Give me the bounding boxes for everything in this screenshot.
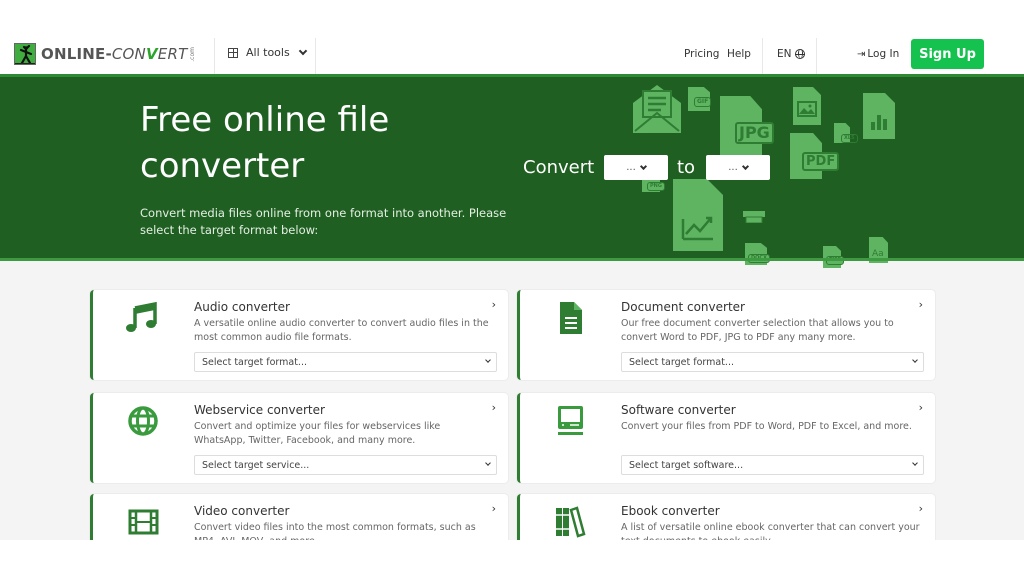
- logo-text: ONLINE-CONVERT: [41, 45, 188, 63]
- card-title: Document converter: [621, 300, 745, 314]
- hero-bottom-stripe: [0, 258, 1024, 261]
- chevron-down-icon: [639, 162, 647, 170]
- hero-title: Free online file converter: [140, 100, 390, 186]
- globe-icon: [794, 49, 805, 59]
- select-placeholder: Select target software...: [629, 459, 744, 471]
- language-label: EN: [777, 48, 792, 60]
- png-badge: PNG: [647, 182, 665, 191]
- music-note-icon: [126, 301, 157, 332]
- books-icon: [556, 506, 586, 538]
- card-description: Convert video files into the most common…: [194, 522, 476, 540]
- card-title: Audio converter: [194, 300, 290, 314]
- to-format-select[interactable]: ...: [706, 155, 770, 180]
- card-description: A versatile online audio converter to co…: [194, 318, 489, 343]
- browser-viewport: ONLINE-CONVERT .com All tools Pricing He…: [0, 38, 1024, 540]
- header-divider: [315, 38, 316, 74]
- audio-target-format-select[interactable]: Select target format...: [194, 352, 497, 372]
- software-converter-card[interactable]: Software converter › Convert your files …: [517, 393, 935, 483]
- software-target-select[interactable]: Select target software...: [621, 455, 924, 475]
- select-placeholder: Select target format...: [202, 356, 307, 368]
- document-converter-card[interactable]: Document converter › Our free document c…: [517, 290, 935, 380]
- chevron-down-icon: [485, 357, 491, 363]
- from-format-select[interactable]: ...: [604, 155, 668, 180]
- xls-badge: XLS: [841, 134, 858, 143]
- webservice-converter-card[interactable]: Webservice converter › Convert and optim…: [90, 393, 508, 483]
- all-tools-label: All tools: [246, 46, 290, 59]
- chevron-down-icon: [741, 162, 749, 170]
- chevron-down-icon: [298, 46, 307, 55]
- login-link[interactable]: ⇥ Log In: [857, 48, 899, 60]
- header-divider: [816, 38, 817, 74]
- printer-icon: [743, 211, 765, 223]
- logo-mark-icon: [14, 43, 36, 65]
- chevron-right-icon[interactable]: ›: [492, 401, 496, 414]
- globe-icon: [128, 406, 158, 436]
- chevron-down-icon: [485, 460, 491, 466]
- signup-button[interactable]: Sign Up: [911, 39, 984, 69]
- chevron-right-icon[interactable]: ›: [919, 401, 923, 414]
- grid-icon: [228, 47, 238, 58]
- jpg-badge: JPG: [735, 122, 774, 144]
- card-title: Video converter: [194, 504, 290, 518]
- logo-com: .com: [189, 46, 197, 62]
- header-divider: [214, 38, 215, 74]
- image-file-icon: [793, 87, 821, 125]
- envelope-icon: [633, 85, 681, 133]
- card-title: Ebook converter: [621, 504, 720, 518]
- card-title: Webservice converter: [194, 403, 325, 417]
- chevron-down-icon: [912, 357, 918, 363]
- ebook-converter-card[interactable]: Ebook converter › A list of versatile on…: [517, 494, 935, 540]
- card-title: Software converter: [621, 403, 736, 417]
- webservice-target-service-select[interactable]: Select target service...: [194, 455, 497, 475]
- logo[interactable]: ONLINE-CONVERT .com: [14, 42, 196, 66]
- from-format-value: ...: [626, 162, 636, 173]
- hero-banner: Free online file converter Convert media…: [0, 74, 1024, 268]
- help-link[interactable]: Help: [727, 48, 751, 60]
- to-format-value: ...: [728, 162, 738, 173]
- computer-icon: [558, 406, 583, 435]
- login-icon: ⇥: [857, 48, 866, 60]
- card-description: Convert and optimize your files for webs…: [194, 421, 441, 446]
- language-selector[interactable]: EN: [777, 48, 805, 60]
- convert-label: Convert: [523, 157, 595, 178]
- document-target-format-select[interactable]: Select target format...: [621, 352, 924, 372]
- audio-converter-card[interactable]: Audio converter › A versatile online aud…: [90, 290, 508, 380]
- chevron-right-icon[interactable]: ›: [492, 502, 496, 515]
- select-placeholder: Select target format...: [629, 356, 734, 368]
- pdf-badge: PDF: [802, 152, 840, 171]
- all-tools-menu[interactable]: All tools: [228, 46, 307, 59]
- card-description: Our free document converter selection th…: [621, 318, 894, 343]
- login-label: Log In: [867, 48, 900, 60]
- hero-subtitle: Convert media files online from one form…: [140, 206, 507, 237]
- pricing-link[interactable]: Pricing: [684, 48, 719, 60]
- video-converter-card[interactable]: Video converter › Convert video files in…: [90, 494, 508, 540]
- chevron-right-icon[interactable]: ›: [919, 298, 923, 311]
- film-icon: [128, 509, 159, 535]
- header-divider: [762, 38, 763, 74]
- card-description: A list of versatile online ebook convert…: [621, 522, 920, 540]
- gif-badge: GIF: [694, 97, 712, 107]
- chevron-right-icon[interactable]: ›: [492, 298, 496, 311]
- site-header: ONLINE-CONVERT .com All tools Pricing He…: [0, 38, 1024, 74]
- chevron-down-icon: [912, 460, 918, 466]
- select-placeholder: Select target service...: [202, 459, 310, 471]
- card-description: Convert your files from PDF to Word, PDF…: [621, 421, 912, 432]
- chart-line-file-icon: [673, 179, 723, 251]
- to-label: to: [677, 157, 696, 178]
- document-icon: [560, 302, 582, 334]
- chevron-right-icon[interactable]: ›: [919, 502, 923, 515]
- chart-file-icon: [863, 93, 895, 139]
